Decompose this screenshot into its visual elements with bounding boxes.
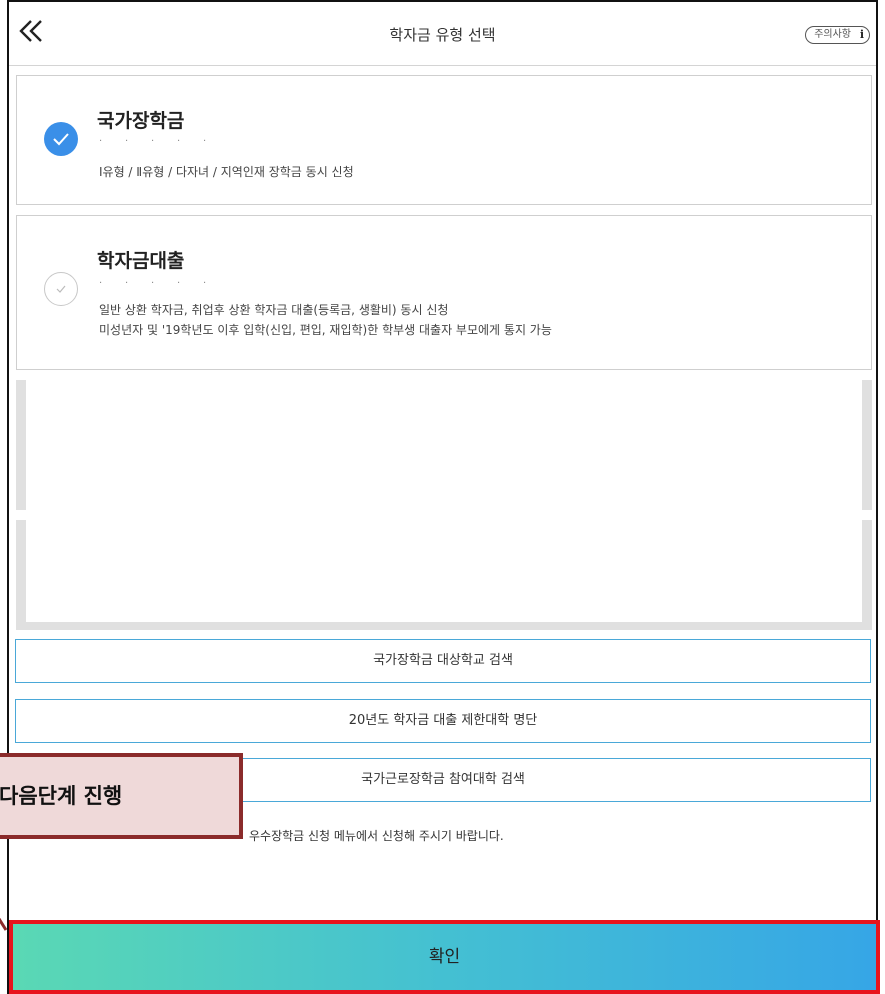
dots-decoration: · · · · · [99, 278, 207, 289]
option-title: 국가장학금 [97, 110, 185, 132]
option-description-line: 일반 상환 학자금, 취업후 상환 학자금 대출(등록금, 생활비) 동시 신청 [99, 303, 449, 317]
blank-panel [16, 520, 872, 630]
confirm-highlight: 확인 [9, 920, 880, 994]
search-target-school-button[interactable]: 국가장학금 대상학교 검색 [15, 639, 871, 683]
header: 학자금 유형 선택 주의사항 i [9, 2, 876, 66]
loan-restricted-college-list-button[interactable]: 20년도 학자금 대출 제한대학 명단 [15, 699, 871, 743]
option-description-line: Ⅰ유형 / Ⅱ유형 / 다자녀 / 지역인재 장학금 동시 신청 [99, 165, 354, 179]
arrow-pointer-icon [0, 917, 8, 931]
option-card-student-loan[interactable]: 학자금대출 · · · · · 일반 상환 학자금, 취업후 상환 학자금 대출(등록금… [16, 215, 872, 370]
unchecked-circle-icon[interactable] [44, 272, 78, 306]
notice-label: 주의사항 [814, 29, 851, 40]
option-title: 학자금대출 [97, 250, 185, 272]
option-description-line: 미성년자 및 '19학년도 이후 입학(신입, 편입, 재입학)한 학부생 대출… [99, 323, 552, 337]
option-card-national-scholarship[interactable]: 국가장학금 · · · · · Ⅰ유형 / Ⅱ유형 / 다자녀 / 지역인재 장학금 동… [16, 75, 872, 205]
notice-button[interactable]: 주의사항 i [805, 26, 870, 44]
app-frame: 학자금 유형 선택 주의사항 i 국가장학금 · · · · · Ⅰ유형 / Ⅱ유형 /… [7, 0, 880, 994]
option-description: 일반 상환 학자금, 취업후 상환 학자금 대출(등록금, 생활비) 동시 신청… [99, 300, 552, 340]
option-description: Ⅰ유형 / Ⅱ유형 / 다자녀 / 지역인재 장학금 동시 신청 [99, 162, 354, 182]
checked-circle-icon[interactable] [44, 122, 78, 156]
confirm-button[interactable]: 확인 [13, 924, 876, 990]
info-icon: i [859, 28, 864, 41]
dots-decoration: · · · · · [99, 136, 207, 147]
page-title: 학자금 유형 선택 [389, 26, 496, 44]
blank-panel [16, 380, 872, 510]
footnote-text: 우수장학금 신청 메뉴에서 신청해 주시기 바랍니다. [249, 829, 504, 843]
next-step-callout: 다음단계 진행 [0, 753, 243, 839]
